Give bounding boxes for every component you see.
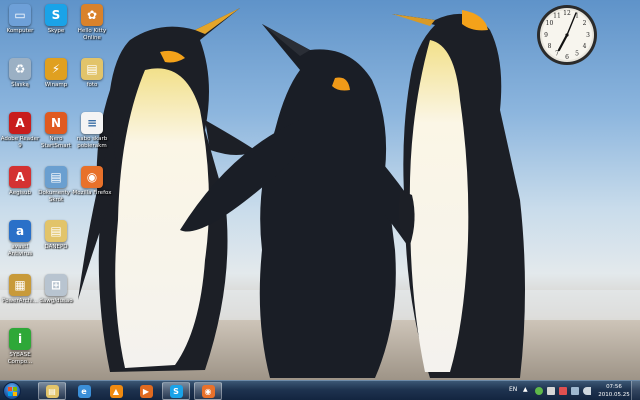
aegisub-icon: A xyxy=(9,166,31,188)
svg-text:9: 9 xyxy=(544,32,548,39)
skype-icon: S xyxy=(169,384,183,398)
skype-icon: S xyxy=(45,4,67,26)
svg-text:3: 3 xyxy=(586,32,590,39)
vlc-icon: ▲ xyxy=(109,384,123,398)
desktop-icon-label: SYBASE Compo... xyxy=(7,352,33,365)
desktop-icon-label: Dokumenty - Skrót xyxy=(38,190,74,203)
desktop-icon-label: foto xyxy=(86,82,98,88)
volume-icon[interactable] xyxy=(583,387,591,395)
taskbar-button-skype[interactable]: S xyxy=(162,382,190,400)
taskbar-button-firefox[interactable]: ◉ xyxy=(194,382,222,400)
desktop-icon-avast[interactable]: a avast! Antivirus xyxy=(2,220,38,272)
info-icon: i xyxy=(9,328,31,350)
action-center-flag-icon[interactable] xyxy=(547,387,555,395)
folder-icon: ▤ xyxy=(81,58,103,80)
desktop-icon-nero[interactable]: N Nero StartSmart xyxy=(38,112,74,164)
desktop-icon-label: Ślaską xyxy=(11,82,29,88)
folder-icon: ▤ xyxy=(45,220,67,242)
desktop-icon-firefox[interactable]: ◉ Mozilla Firefox xyxy=(72,166,112,218)
svg-text:8: 8 xyxy=(548,43,552,50)
desktop-icon-label: Hello Kitty Online xyxy=(77,28,107,41)
svg-text:4: 4 xyxy=(583,43,587,50)
avast-icon: a xyxy=(9,220,31,242)
desktop-icon-label: Adobe Reader 9 xyxy=(0,136,40,149)
svg-text:6: 6 xyxy=(565,54,569,61)
desktop-icon-skype[interactable]: S Skype xyxy=(38,4,74,56)
nero-icon: N xyxy=(45,112,67,134)
desktop-icon-label: nabo skarb pobierakm xyxy=(76,136,108,149)
desktop-icon-adobe-reader[interactable]: A Adobe Reader 9 xyxy=(0,112,40,164)
svg-text:12: 12 xyxy=(563,10,571,17)
taskbar-clock-date[interactable]: 2010.05.25 xyxy=(597,392,631,398)
show-hidden-icons-icon[interactable]: ▲ xyxy=(523,386,528,393)
desktop-icon-label: Komputer xyxy=(6,28,34,34)
desktop-icon-label: Skype xyxy=(47,28,65,34)
desktop-icon-winamp[interactable]: ⚡ Winamp xyxy=(38,58,74,110)
desktop-icon-archive[interactable]: ▦ PowerArchi... xyxy=(2,274,38,326)
desktop-icon-label: PowerArchi... xyxy=(2,298,38,304)
desktop-icon-network[interactable]: ⊞ dawg/dusao xyxy=(38,274,74,326)
document-icon: ≡ xyxy=(81,112,103,134)
desktop-icon-computer[interactable]: ▭ Komputer xyxy=(2,4,38,56)
svg-text:7: 7 xyxy=(555,51,559,58)
language-indicator[interactable]: EN xyxy=(509,386,517,393)
desktop-icon-label: Aegisub xyxy=(9,190,31,196)
adobe-reader-icon: A xyxy=(9,112,31,134)
svg-text:10: 10 xyxy=(546,20,554,27)
windows-logo-icon xyxy=(8,387,17,396)
desktop-icon-label: Winamp xyxy=(44,82,68,88)
taskbar-clock-time[interactable]: 07:56 xyxy=(597,384,631,390)
desktop-icon-label: avast! Antivirus xyxy=(7,244,33,257)
taskbar: ▤ e ▲ ▶ S ◉ EN ▲ 07:56 2010.05.25 xyxy=(0,380,640,400)
media-player-icon: ▶ xyxy=(139,384,153,398)
winamp-icon: ⚡ xyxy=(45,58,67,80)
clock-gadget[interactable]: 12 1 2 3 4 5 6 7 8 9 10 11 xyxy=(536,4,598,66)
desktop-icon-recycle-bin[interactable]: ♻ Ślaską xyxy=(2,58,38,110)
antivirus-tray-icon[interactable] xyxy=(559,387,567,395)
firefox-icon: ◉ xyxy=(201,384,215,398)
desktop-icon-label: Mozilla Firefox xyxy=(72,190,112,196)
desktop-icon-folder[interactable]: ▤ DANEPD xyxy=(38,220,74,272)
taskbar-button-vlc[interactable]: ▲ xyxy=(102,382,130,400)
desktop-icon-folder[interactable]: ▤ foto xyxy=(74,58,110,110)
display-tray-icon[interactable] xyxy=(571,387,579,395)
taskbar-button-ie[interactable]: e xyxy=(70,382,98,400)
desktop-icon-aegisub[interactable]: A Aegisub xyxy=(2,166,38,218)
desktop-icon-label: dawg/dusao xyxy=(39,298,73,304)
archive-icon: ▦ xyxy=(9,274,31,296)
start-button[interactable] xyxy=(3,382,21,400)
desktop-icon-label: DANEPD xyxy=(44,244,68,250)
taskbar-button-explorer[interactable]: ▤ xyxy=(38,382,66,400)
network-status-icon[interactable] xyxy=(535,387,543,395)
desktop-icon-documents-shortcut[interactable]: ▤ Dokumenty - Skrót xyxy=(38,166,74,218)
desktop-icon-info[interactable]: i SYBASE Compo... xyxy=(2,328,38,380)
computer-icon: ▭ xyxy=(9,4,31,26)
analog-clock-icon: 12 1 2 3 4 5 6 7 8 9 10 11 xyxy=(537,5,597,65)
svg-text:5: 5 xyxy=(575,51,579,58)
system-tray: EN ▲ 07:56 2010.05.25 xyxy=(503,381,640,400)
hello-kitty-icon: ✿ xyxy=(81,4,103,26)
desktop-icon-hello-kitty[interactable]: ✿ Hello Kitty Online xyxy=(74,4,110,56)
network-icon: ⊞ xyxy=(45,274,67,296)
svg-text:2: 2 xyxy=(583,20,587,27)
recycle-bin-icon: ♻ xyxy=(9,58,31,80)
ie-icon: e xyxy=(77,384,91,398)
desktop-icon-label: Nero StartSmart xyxy=(40,136,72,149)
svg-text:11: 11 xyxy=(553,13,561,20)
taskbar-button-media-player[interactable]: ▶ xyxy=(132,382,160,400)
folder-icon: ▤ xyxy=(45,384,59,398)
desktop-icon-document[interactable]: ≡ nabo skarb pobierakm xyxy=(74,112,110,164)
firefox-icon: ◉ xyxy=(81,166,103,188)
documents-shortcut-icon: ▤ xyxy=(45,166,67,188)
show-desktop-button[interactable] xyxy=(631,381,640,400)
